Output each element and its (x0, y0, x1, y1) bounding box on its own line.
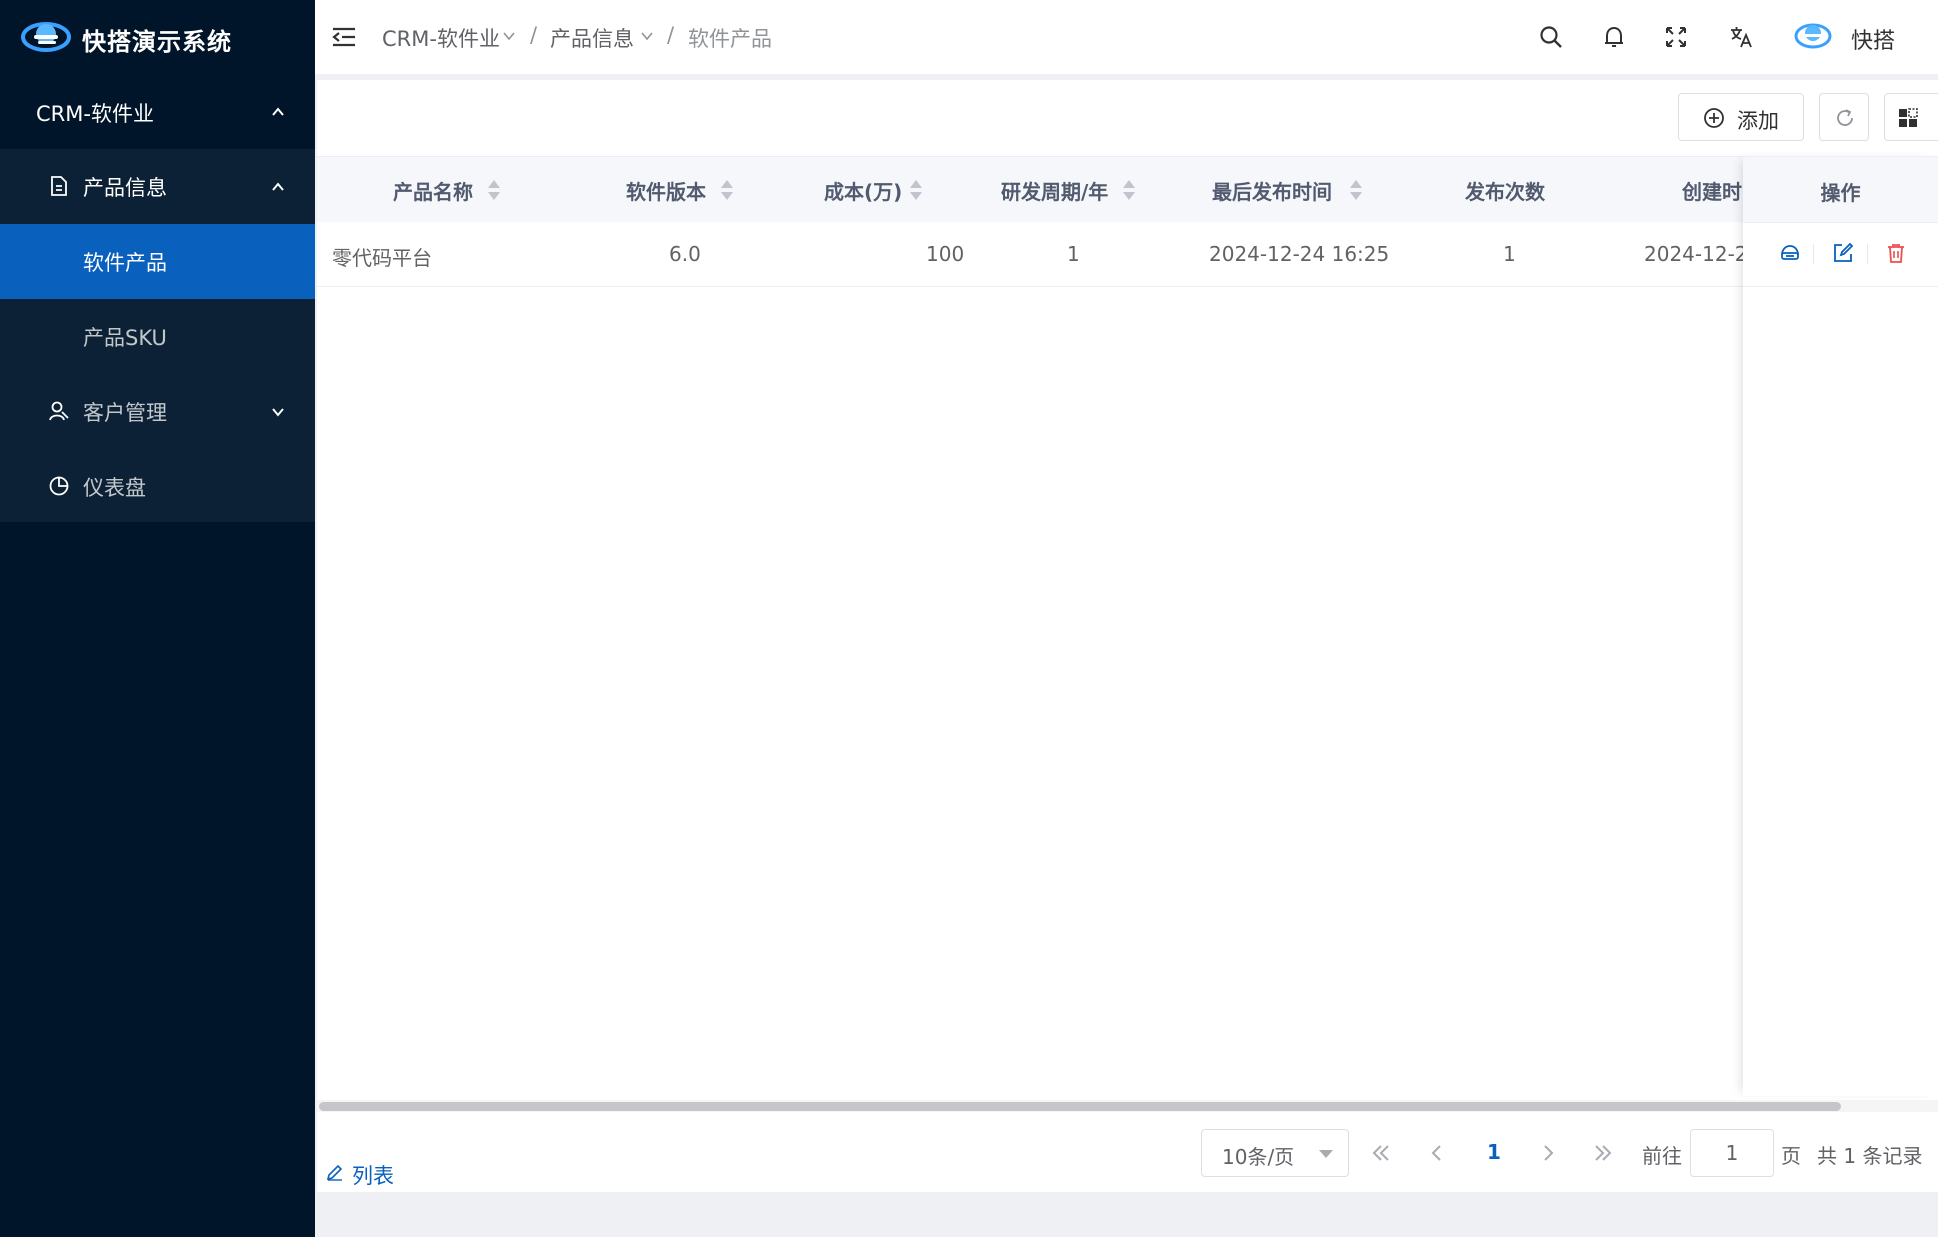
edit-pen-icon (326, 1164, 343, 1181)
column-header-cost[interactable]: 成本(万) (824, 176, 902, 205)
file-icon (51, 176, 67, 196)
total-records: 共 1 条记录 (1817, 1144, 1923, 1168)
goto-label: 前往 (1642, 1144, 1682, 1168)
breadcrumb-item-crm[interactable]: CRM-软件业 (382, 23, 500, 53)
bell-icon[interactable] (1601, 24, 1627, 50)
operations-column: 操作 (1743, 156, 1938, 1096)
sidebar-item-dashboard[interactable]: 仪表盘 (0, 449, 315, 524)
table-scroll-area: 产品名称 软件版本 成本(万) 研发周期/年 最后发布时间 发布次数 创建时间 … (317, 156, 1743, 286)
sort-icon[interactable] (1349, 178, 1363, 202)
sidebar-item-label: 客户管理 (83, 401, 167, 425)
column-header-version[interactable]: 软件版本 (626, 176, 706, 205)
cell-cost: 100 (926, 242, 965, 266)
sidebar-item-label: 产品SKU (83, 326, 167, 350)
sidebar-item-label: 产品信息 (83, 176, 167, 200)
print-icon[interactable] (1779, 242, 1801, 264)
chevron-down-icon (641, 32, 653, 41)
chevron-down-icon (503, 32, 515, 41)
chevron-up-icon (272, 107, 284, 116)
delete-icon[interactable] (1885, 242, 1907, 264)
divider (1813, 244, 1814, 264)
sidebar-item-customer[interactable]: 客户管理 (0, 374, 315, 449)
column-header-actions-label: 操作 (1820, 181, 1861, 205)
divider (1867, 244, 1868, 264)
page-number-current[interactable]: 1 (1487, 1140, 1501, 1164)
page-size-select[interactable]: 10条/页 (1201, 1129, 1349, 1177)
column-header-cycle[interactable]: 研发周期/年 (1001, 176, 1108, 205)
sort-icon[interactable] (1122, 178, 1136, 202)
translate-icon[interactable] (1728, 24, 1754, 50)
menu-fold-icon[interactable] (331, 25, 357, 49)
goto-page-input[interactable] (1690, 1129, 1774, 1177)
first-page-icon[interactable] (1369, 1141, 1393, 1165)
row-actions (1743, 222, 1938, 287)
plus-circle-icon (1704, 108, 1724, 128)
sort-icon[interactable] (909, 178, 923, 202)
breadcrumb-item-product-info[interactable]: 产品信息 (550, 23, 634, 53)
brand: 快搭演示系统 (0, 0, 315, 74)
cell-cycle: 1 (1067, 242, 1080, 266)
sidebar: 快搭演示系统 CRM-软件业 产品信息 软件产品 产品SKU 客户管理 仪表盘 (0, 0, 315, 1237)
caret-down-icon (1319, 1150, 1333, 1158)
avatar[interactable] (1793, 18, 1833, 54)
column-header-created[interactable]: 创建时间 (1682, 176, 1743, 205)
sort-icon[interactable] (720, 178, 734, 202)
breadcrumb-item-current: 软件产品 (688, 27, 772, 51)
sidebar-group-label: CRM-软件业 (36, 102, 154, 126)
refresh-button[interactable] (1819, 93, 1869, 141)
cell-last-release: 2024-12-24 16:25 (1209, 242, 1390, 266)
next-page-icon[interactable] (1536, 1141, 1560, 1165)
sidebar-group-crm[interactable]: CRM-软件业 (0, 74, 315, 149)
sidebar-submenu: 产品信息 软件产品 产品SKU 客户管理 仪表盘 (0, 149, 315, 522)
prev-page-icon[interactable] (1425, 1141, 1449, 1165)
chevron-down-icon (272, 408, 284, 417)
horizontal-scrollbar-thumb[interactable] (319, 1102, 1841, 1111)
list-view-label: 列表 (352, 1164, 394, 1188)
pie-chart-icon (49, 476, 69, 496)
sidebar-item-product-sku[interactable]: 产品SKU (0, 299, 315, 374)
app-logo-icon (21, 22, 71, 52)
column-settings-button[interactable] (1884, 93, 1938, 141)
sort-icon[interactable] (487, 178, 501, 202)
add-button-label: 添加 (1737, 109, 1779, 133)
column-header-actions: 操作 (1743, 156, 1938, 223)
top-header: CRM-软件业 / 产品信息 / 软件产品 快搭 (315, 0, 1938, 75)
column-header-last-release[interactable]: 最后发布时间 (1212, 176, 1332, 205)
cell-name: 零代码平台 (332, 246, 432, 270)
fullscreen-icon[interactable] (1663, 24, 1689, 50)
sidebar-item-label: 仪表盘 (83, 476, 146, 500)
last-page-icon[interactable] (1591, 1141, 1615, 1165)
app-title: 快搭演示系统 (82, 28, 232, 56)
grid-settings-icon (1899, 108, 1918, 127)
user-name[interactable]: 快搭 (1851, 23, 1895, 55)
refresh-icon (1837, 109, 1853, 126)
column-header-name[interactable]: 产品名称 (393, 176, 473, 205)
chevron-up-icon (272, 182, 284, 191)
sidebar-item-label: 软件产品 (83, 251, 167, 275)
edit-icon[interactable] (1832, 242, 1854, 264)
sidebar-item-software-product[interactable]: 软件产品 (0, 224, 315, 299)
page-size-value: 10条/页 (1222, 1145, 1295, 1169)
search-icon[interactable] (1538, 24, 1564, 50)
sidebar-item-product-info[interactable]: 产品信息 (0, 149, 315, 224)
user-icon (49, 401, 69, 421)
add-button[interactable]: 添加 (1678, 93, 1804, 141)
page-unit-label: 页 (1781, 1144, 1801, 1168)
cell-version: 6.0 (669, 242, 701, 266)
breadcrumb-separator: / (530, 23, 538, 47)
column-header-release-count[interactable]: 发布次数 (1465, 176, 1545, 205)
content-card: 添加 产品名称 软件版本 成本(万) 研发周期/年 最后发布时间 发布次数 创建… (317, 80, 1938, 1192)
cell-release-count: 1 (1503, 242, 1516, 266)
breadcrumb-separator: / (667, 23, 675, 47)
cell-created: 2024-12-24 (1644, 242, 1743, 266)
